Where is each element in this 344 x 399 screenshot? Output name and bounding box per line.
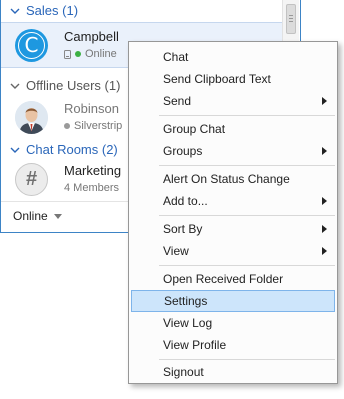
menu-item-send[interactable]: Send xyxy=(131,90,335,112)
menu-separator xyxy=(159,165,335,166)
menu-separator xyxy=(159,215,335,216)
menu-item-view-log[interactable]: View Log xyxy=(131,312,335,334)
chat-room-members: 4 Members xyxy=(64,182,120,194)
contact-status: Silverstrip xyxy=(64,120,122,132)
avatar: C xyxy=(15,29,48,62)
submenu-arrow-icon xyxy=(322,247,327,255)
menu-item-group-chat[interactable]: Group Chat xyxy=(131,118,335,140)
chevron-down-icon xyxy=(10,8,20,14)
submenu-arrow-icon xyxy=(322,147,327,155)
menu-item-add-to[interactable]: Add to... xyxy=(131,190,335,212)
chevron-down-icon xyxy=(10,147,20,153)
group-header-sales[interactable]: Sales (1) xyxy=(1,0,281,21)
chat-room-icon: # xyxy=(15,163,48,196)
group-label: Sales (1) xyxy=(26,3,79,18)
contact-status: Online xyxy=(64,48,117,60)
caret-down-icon xyxy=(53,213,62,219)
menu-item-alert-on-status-change[interactable]: Alert On Status Change xyxy=(131,168,335,190)
submenu-arrow-icon xyxy=(322,225,327,233)
scrollbar-thumb[interactable] xyxy=(286,4,296,34)
menu-separator xyxy=(159,265,335,266)
menu-item-settings[interactable]: Settings xyxy=(131,290,335,312)
contact-name: Robinson xyxy=(64,101,119,116)
menu-item-send-clipboard-text[interactable]: Send Clipboard Text xyxy=(131,68,335,90)
menu-item-view[interactable]: View xyxy=(131,240,335,262)
menu-item-groups[interactable]: Groups xyxy=(131,140,335,162)
menu-item-open-received-folder[interactable]: Open Received Folder xyxy=(131,268,335,290)
context-menu: Chat Send Clipboard Text Send Group Chat… xyxy=(128,41,338,384)
menu-separator xyxy=(159,115,335,116)
menu-item-chat[interactable]: Chat xyxy=(131,46,335,68)
status-selector[interactable]: Online xyxy=(1,202,131,230)
user-photo-icon xyxy=(15,101,48,134)
offline-status-icon xyxy=(64,123,70,129)
group-label: Offline Users (1) xyxy=(26,78,121,93)
online-status-icon xyxy=(75,51,81,57)
avatar xyxy=(15,101,48,134)
menu-item-sort-by[interactable]: Sort By xyxy=(131,218,335,240)
submenu-arrow-icon xyxy=(322,97,327,105)
submenu-arrow-icon xyxy=(322,197,327,205)
status-label: Online xyxy=(13,209,48,223)
menu-item-view-profile[interactable]: View Profile xyxy=(131,334,335,356)
menu-separator xyxy=(159,359,335,360)
group-label: Chat Rooms (2) xyxy=(26,142,118,157)
mobile-device-icon xyxy=(64,49,71,59)
contact-name: Campbell xyxy=(64,29,119,44)
chevron-down-icon xyxy=(10,83,20,89)
chat-room-name: Marketing xyxy=(64,163,122,178)
menu-item-signout[interactable]: Signout xyxy=(131,361,335,383)
